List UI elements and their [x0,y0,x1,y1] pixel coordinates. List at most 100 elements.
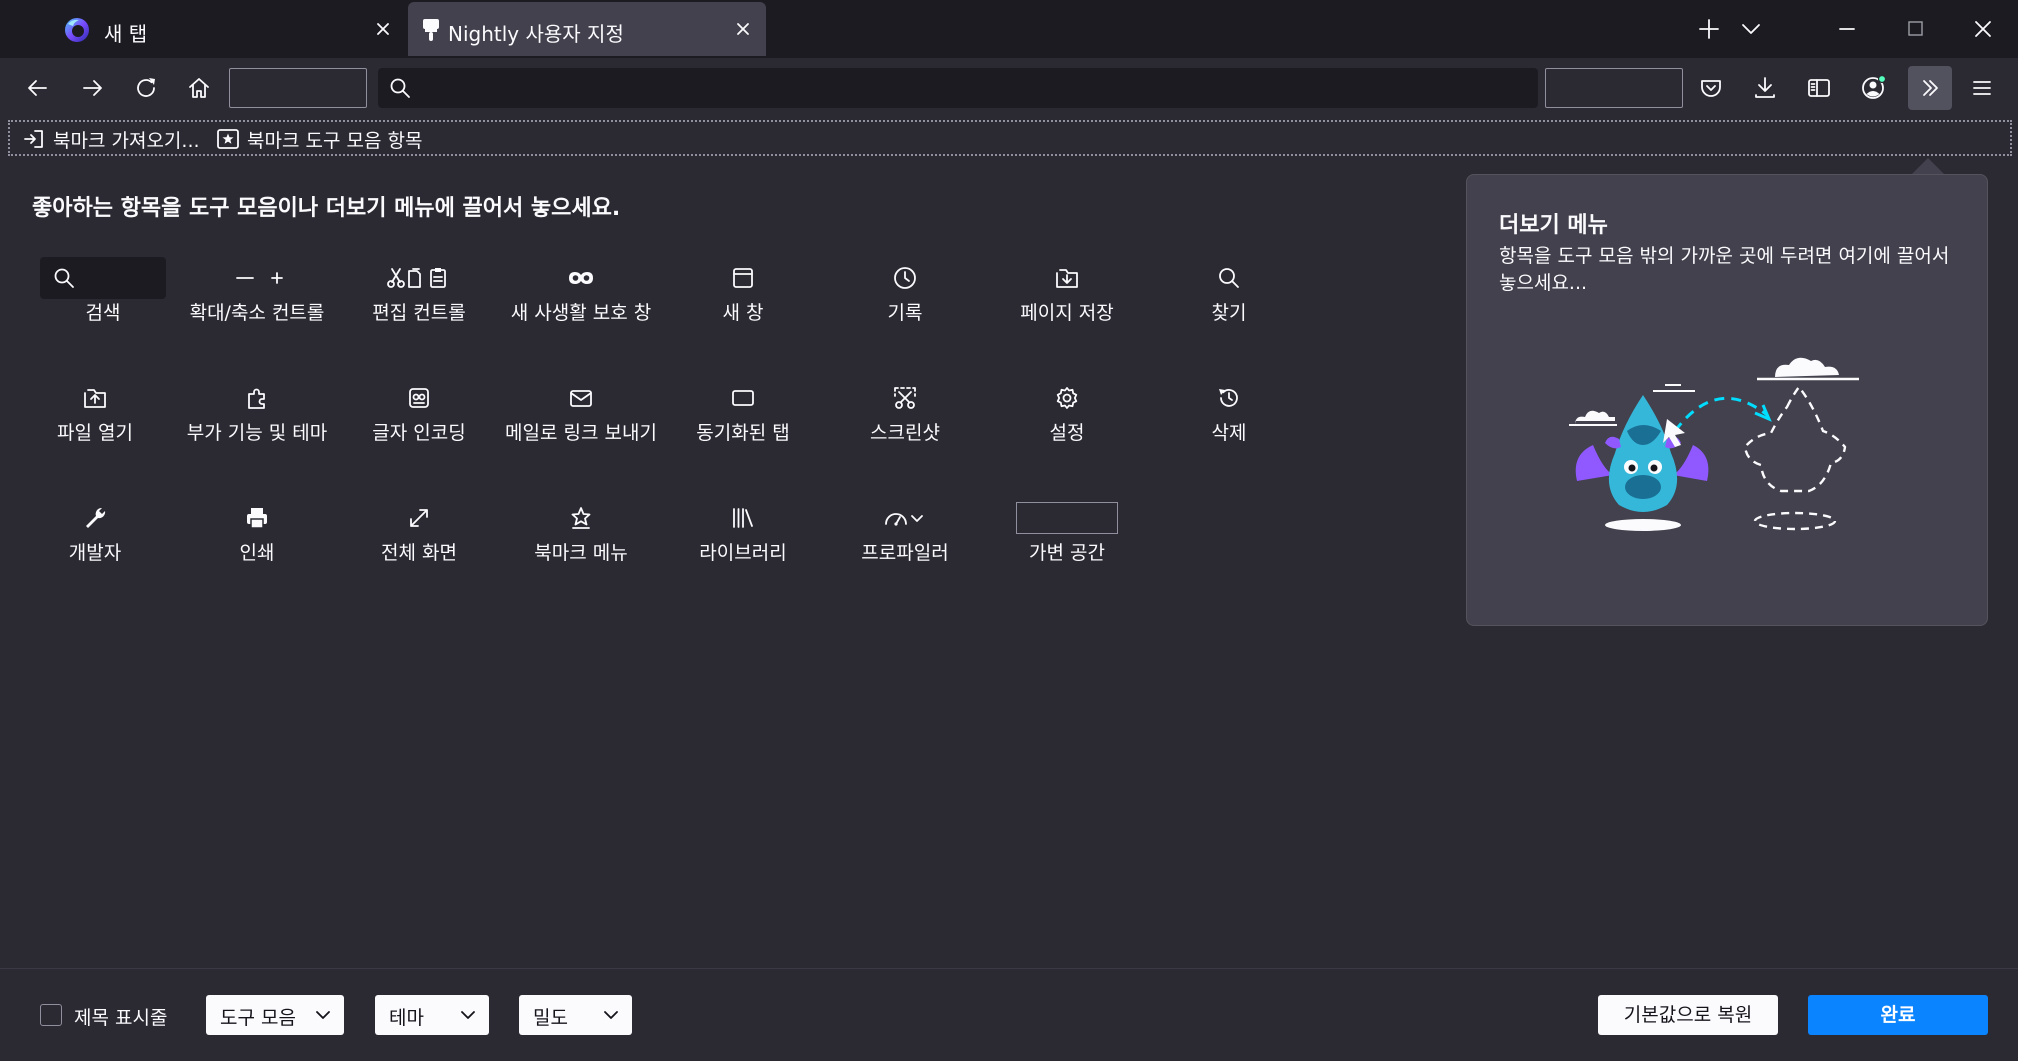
forward-button[interactable] [74,70,110,106]
palette-item-email-link[interactable]: 메일로 링크 보내기 [500,370,662,480]
pocket-button[interactable] [1693,70,1729,106]
palette-item-label: 동기화된 탭 [696,422,790,444]
palette-item-new-window[interactable]: 새 창 [662,250,824,360]
title-bar-label: 제목 표시줄 [74,1007,168,1029]
bookmarks-toolbar-items-label: 북마크 도구 모음 항목 [247,129,423,152]
overflow-panel-arrow [1912,158,1944,174]
palette-item-search[interactable]: 검색 [22,250,184,360]
palette-item-history[interactable]: 기록 [824,250,986,360]
dragon-illustration [1569,357,1859,531]
palette-item-save-page[interactable]: 페이지 저장 [986,250,1148,360]
forward-arrow-icon [83,80,102,96]
window-icon [733,268,753,288]
hamburger-menu-icon [1973,81,1991,95]
customize-instructions: 좋아하는 항목을 도구 모음이나 더보기 메뉴에 끌어서 놓으세요. [32,196,621,221]
title-bar-checkbox[interactable] [40,1004,62,1026]
chevron-down-icon [461,1011,475,1019]
palette-item-developer[interactable]: 개발자 [14,490,176,600]
palette-item-label: 스크린샷 [870,422,940,444]
palette-item-print[interactable]: 인쇄 [176,490,338,600]
import-bookmarks-label: 북마크 가져오기... [53,129,200,152]
synced-tabs-icon [732,390,754,406]
import-bookmarks-button[interactable]: 북마크 가져오기... [22,126,200,152]
tab-strip: 새 탭 Nightly 사용자 지정 [0,0,2018,58]
close-tab-icon[interactable] [732,18,754,40]
maximize-icon[interactable] [1900,14,1930,44]
paintbrush-icon [423,19,439,41]
palette-item-label: 검색 [85,302,121,324]
download-icon [1755,77,1775,98]
themes-dropdown[interactable]: 테마 [375,995,489,1035]
app-menu-button[interactable] [1964,70,2000,106]
home-button[interactable] [181,70,217,106]
back-button[interactable] [20,70,56,106]
palette-item-label: 프로파일러 [861,542,949,564]
palette-item-text-encoding[interactable]: 글자 인코딩 [338,370,500,480]
text-encoding-icon [409,388,429,408]
sidebar-icon [1808,79,1830,97]
home-icon [189,78,209,98]
screenshot-icon [894,387,916,409]
account-button[interactable] [1856,70,1892,106]
list-all-tabs-chevron-icon[interactable] [1738,16,1764,42]
pocket-icon [1701,80,1721,97]
tab-customize[interactable]: Nightly 사용자 지정 [408,2,766,56]
toolbars-dropdown-label: 도구 모음 [220,1007,296,1029]
palette-item-zoom-controls[interactable]: 확대/축소 컨트롤 [176,250,338,360]
palette-item-label: 글자 인코딩 [372,422,466,444]
tab-title: 새 탭 [104,22,148,46]
tab-new-tab[interactable]: 새 탭 [28,2,402,56]
nightly-logo-icon [65,18,89,42]
account-icon [1862,74,1887,99]
sidebar-button[interactable] [1801,70,1837,106]
palette-item-label: 인쇄 [239,542,275,564]
palette-item-private-window[interactable]: 새 사생활 보호 창 [500,250,662,360]
navigation-toolbar [0,58,2018,118]
open-file-icon [84,389,106,408]
save-page-icon [1056,269,1078,288]
palette-item-label: 확대/축소 컨트롤 [189,302,325,324]
palette-item-find[interactable]: 찾기 [1148,250,1310,360]
find-icon [1219,268,1239,288]
bookmarks-toolbar-items[interactable]: 북마크 도구 모음 항목 [216,126,422,152]
downloads-button[interactable] [1747,70,1783,106]
palette-item-edit-controls[interactable]: 편집 컨트롤 [338,250,500,360]
search-widget [40,257,166,299]
printer-icon [247,508,267,529]
toolbars-dropdown[interactable]: 도구 모음 [206,995,344,1035]
palette-item-label: 라이브러리 [699,542,787,564]
palette-item-library[interactable]: 라이브러리 [662,490,824,600]
palette-item-forget[interactable]: 삭제 [1148,370,1310,480]
chevron-double-right-icon [1923,80,1938,96]
minimize-icon[interactable] [1832,14,1862,44]
new-tab-plus-icon[interactable] [1694,14,1724,44]
palette-item-flexible-space[interactable]: 가변 공간 [986,490,1148,600]
customize-footer: 제목 표시줄 도구 모음 테마 밀도 기본값으로 복원 완료 [0,968,2018,1061]
close-window-icon[interactable] [1968,14,1998,44]
palette-item-label: 메일로 링크 보내기 [505,422,657,444]
palette-item-bookmarks-menu[interactable]: 북마크 메뉴 [500,490,662,600]
palette-item-label: 새 창 [722,302,764,324]
palette-item-settings[interactable]: 설정 [986,370,1148,480]
overflow-panel[interactable]: 더보기 메뉴 항목을 도구 모음 밖의 가까운 곳에 두려면 여기에 끌어서 놓… [1466,174,1988,626]
restore-defaults-button[interactable]: 기본값으로 복원 [1598,995,1778,1035]
done-button[interactable]: 완료 [1808,995,1988,1035]
palette-item-addons-themes[interactable]: 부가 기능 및 테마 [176,370,338,480]
bookmark-star-icon [217,129,239,149]
flexible-space[interactable] [1545,68,1683,108]
palette-item-screenshot[interactable]: 스크린샷 [824,370,986,480]
palette-item-open-file[interactable]: 파일 열기 [14,370,176,480]
palette-item-label: 부가 기능 및 테마 [186,422,328,444]
palette-item-label: 가변 공간 [1029,542,1105,564]
close-tab-icon[interactable] [372,18,394,40]
palette-item-profiler[interactable]: 프로파일러 [824,490,986,600]
flexible-space[interactable] [229,68,367,108]
palette-item-label: 찾기 [1211,302,1247,324]
flexible-space-icon [1016,502,1118,534]
reload-button[interactable] [128,70,164,106]
density-dropdown[interactable]: 밀도 [519,995,632,1035]
overflow-menu-button[interactable] [1908,66,1952,110]
palette-item-fullscreen[interactable]: 전체 화면 [338,490,500,600]
address-bar[interactable] [378,68,1538,108]
palette-item-synced-tabs[interactable]: 동기화된 탭 [662,370,824,480]
